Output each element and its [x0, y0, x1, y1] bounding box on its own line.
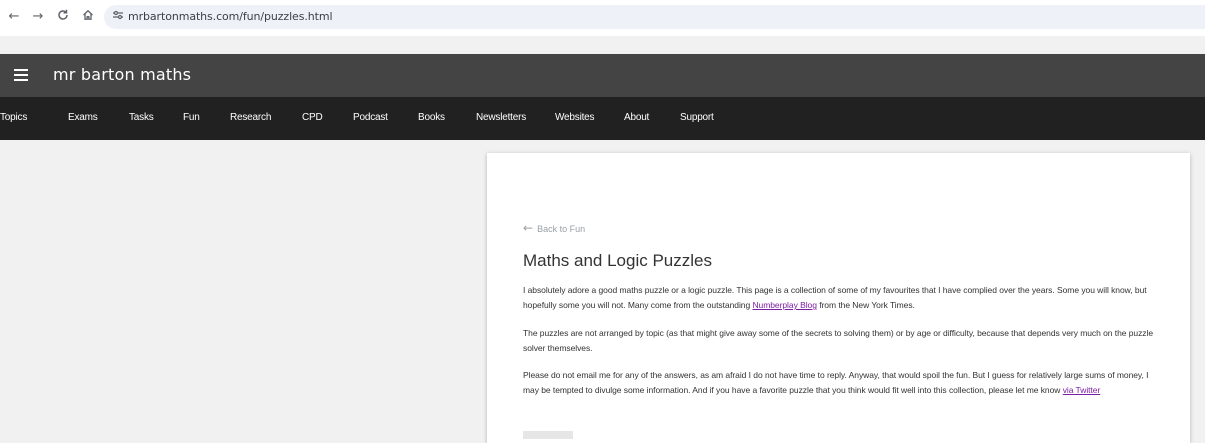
back-arrow-icon: ← [523, 221, 534, 235]
address-bar[interactable]: mrbartonmaths.com/fun/puzzles.html [104, 5, 1205, 29]
intro-paragraph: I absolutely adore a good maths puzzle o… [523, 283, 1163, 313]
via-twitter-link[interactable]: via Twitter [1063, 385, 1101, 395]
home-icon[interactable] [80, 9, 96, 25]
nav-item-exams[interactable]: Exams [68, 112, 98, 123]
content-card: ← Back to Fun Maths and Logic Puzzles I a… [487, 153, 1190, 443]
back-arrow-icon[interactable]: ← [6, 9, 22, 25]
nav-item-websites[interactable]: Websites [555, 112, 595, 123]
forward-arrow-icon[interactable]: → [30, 9, 46, 25]
reload-icon[interactable] [55, 9, 71, 25]
back-link-label: Back to Fun [537, 224, 586, 234]
numberplay-blog-link[interactable]: Numberplay Blog [752, 300, 817, 310]
nav-item-fun[interactable]: Fun [183, 112, 200, 123]
site-info-icon[interactable] [110, 9, 126, 25]
nav-item-support[interactable]: Support [680, 112, 714, 123]
nav-item-research[interactable]: Research [230, 112, 271, 123]
site-title[interactable]: mr barton maths [53, 65, 191, 84]
nav-item-topics[interactable]: Topics [0, 112, 27, 123]
back-to-fun-link[interactable]: ← Back to Fun [523, 221, 585, 235]
site-header: mr barton maths [0, 54, 1205, 97]
page-title: Maths and Logic Puzzles [523, 251, 712, 270]
contact-paragraph: Please do not email me for any of the an… [523, 368, 1163, 398]
cut-off-content [523, 431, 573, 439]
nav-item-newsletters[interactable]: Newsletters [476, 112, 526, 123]
browser-toolbar: ← → mrbartonmaths.com/fun/puzzles.html [0, 0, 1205, 36]
nav-item-podcast[interactable]: Podcast [353, 112, 388, 123]
nav-item-books[interactable]: Books [418, 112, 445, 123]
nav-item-about[interactable]: About [624, 112, 649, 123]
intro-text-end: from the New York Times. [816, 300, 915, 310]
contact-text: Please do not email me for any of the an… [523, 370, 1149, 395]
main-nav: Topics Exams Tasks Fun Research CPD Podc… [0, 97, 1205, 140]
nav-item-tasks[interactable]: Tasks [129, 112, 154, 123]
hamburger-menu-icon[interactable] [14, 69, 28, 81]
url-text[interactable]: mrbartonmaths.com/fun/puzzles.html [128, 10, 333, 23]
nav-item-cpd[interactable]: CPD [302, 112, 323, 123]
arrangement-paragraph: The puzzles are not arranged by topic (a… [523, 328, 1154, 353]
